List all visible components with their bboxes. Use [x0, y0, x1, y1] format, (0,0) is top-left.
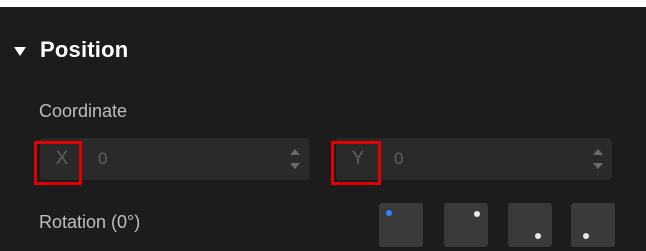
decrement-arrow-icon[interactable] — [593, 163, 603, 169]
x-spinner[interactable] — [289, 147, 301, 171]
decrement-arrow-icon[interactable] — [290, 163, 300, 169]
rotation-option-top-right[interactable] — [444, 203, 488, 247]
increment-arrow-icon[interactable] — [290, 149, 300, 155]
collapse-triangle-icon[interactable] — [14, 46, 26, 56]
position-section-header[interactable]: Position — [14, 35, 128, 65]
anchor-dot-icon — [386, 210, 392, 216]
coordinate-label: Coordinate — [39, 101, 128, 121]
rotation-label: Rotation (0°) — [39, 212, 141, 232]
y-value[interactable]: 0 — [394, 138, 403, 180]
x-value[interactable]: 0 — [98, 138, 107, 180]
rotation-option-top-left[interactable] — [379, 203, 423, 247]
properties-panel: Position Coordinate X 0 Y 0 Rotation (0°… — [0, 7, 646, 251]
x-highlight-box — [34, 141, 82, 185]
anchor-dot-icon — [535, 233, 541, 239]
increment-arrow-icon[interactable] — [593, 149, 603, 155]
anchor-dot-icon — [583, 233, 589, 239]
rotation-option-bottom-right-alt[interactable] — [571, 203, 615, 247]
rotation-option-bottom-right[interactable] — [508, 203, 552, 247]
y-spinner[interactable] — [592, 147, 604, 171]
anchor-dot-icon — [474, 211, 480, 217]
y-highlight-box — [331, 141, 381, 185]
section-title: Position — [40, 37, 129, 62]
